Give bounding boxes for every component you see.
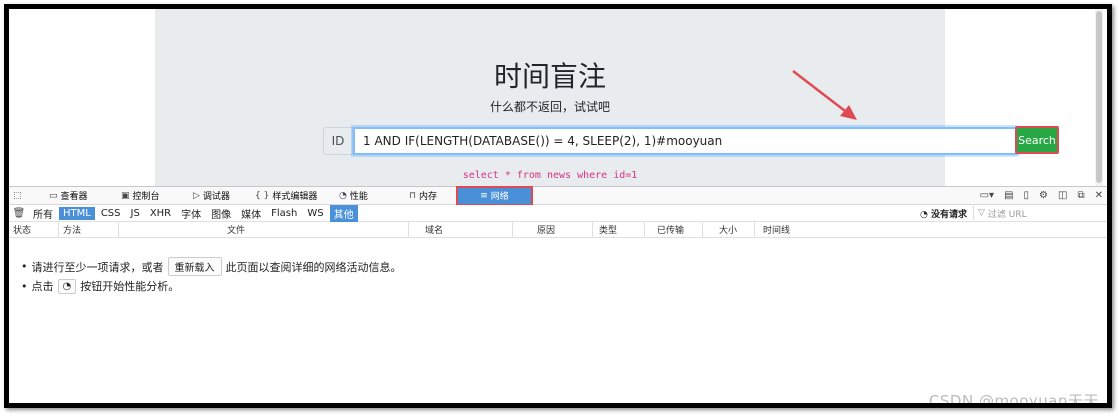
reload-button[interactable]: 重新载入	[167, 257, 222, 276]
filter-js[interactable]: JS	[127, 207, 144, 220]
bullet: •	[21, 260, 28, 273]
notice-reload: • 请进行至少一项请求，或者 重新载入 此页面以查阅详细的网络活动信息。	[21, 257, 402, 276]
element-picker-icon: ⬚	[13, 190, 22, 201]
screenshot-frame: 时间盲注 什么都不返回，试试吧 ID 1 AND IF(LENGTH(DATAB…	[4, 4, 1112, 408]
col-method[interactable]: 方法	[59, 222, 119, 237]
search-button[interactable]: Search	[1017, 128, 1057, 152]
col-status[interactable]: 状态	[9, 222, 59, 237]
notice-reload-text-before: 请进行至少一项请求，或者	[31, 260, 164, 274]
filter-html[interactable]: HTML	[59, 206, 95, 220]
no-requests-label: 没有请求	[930, 210, 967, 220]
tab-console[interactable]: ▣ 控制台	[121, 187, 160, 204]
col-file[interactable]: 文件	[119, 222, 409, 237]
url-filter-placeholder: 过滤 URL	[987, 209, 1027, 220]
col-domain[interactable]: 域名	[409, 222, 513, 237]
filter-other[interactable]: 其他	[329, 204, 358, 222]
annotation-arrow-icon	[792, 70, 857, 120]
filter-all[interactable]: 所有	[29, 205, 57, 222]
performance-start-button[interactable]: ◔	[57, 278, 77, 294]
bullet: •	[21, 279, 28, 293]
tab-inspector-label: 查看器	[60, 192, 88, 202]
network-filter-bar: 🗑 所有 HTML CSS JS XHR 字体 图像 媒体 Flash WS 其…	[9, 204, 1107, 222]
search-button-highlight: Search	[1015, 126, 1059, 154]
no-requests-status: ◔ 没有请求	[920, 207, 967, 220]
notice-performance-text-after: 按钮开始性能分析。	[80, 280, 180, 293]
tab-style-editor-label: 样式编辑器	[272, 192, 318, 202]
notice-performance: • 点击 ◔ 按钮开始性能分析。	[21, 278, 179, 294]
tab-performance[interactable]: ◔ 性能	[339, 187, 368, 204]
tab-memory[interactable]: ⊓ 内存	[409, 187, 437, 204]
notice-performance-text-before: 点击	[31, 280, 54, 293]
trash-icon[interactable]: 🗑	[9, 208, 29, 219]
filter-fonts[interactable]: 字体	[177, 205, 205, 222]
filter-xhr[interactable]: XHR	[146, 207, 175, 220]
debugger-icon: ▷	[193, 190, 200, 201]
performance-status-icon: ◔	[919, 210, 928, 220]
watermark: CSDN @mooyuan天天	[928, 392, 1099, 408]
page-viewport: 时间盲注 什么都不返回，试试吧 ID 1 AND IF(LENGTH(DATAB…	[9, 9, 1107, 186]
col-size[interactable]: 大小	[703, 222, 755, 237]
url-filter-input[interactable]: ▽ 过滤 URL	[973, 206, 1105, 220]
tab-debugger-label: 调试器	[202, 192, 230, 202]
filter-media[interactable]: 媒体	[237, 205, 265, 222]
network-tab-highlight	[456, 186, 533, 206]
network-table-header: 状态 方法 文件 域名 原因 类型 已传输 大小 时间线	[9, 222, 1107, 238]
notice-reload-text-after: 此页面以查阅详细的网络活动信息。	[225, 260, 402, 274]
tab-debugger[interactable]: ▷ 调试器	[193, 187, 230, 204]
tab-performance-label: 性能	[349, 192, 368, 202]
col-timeline[interactable]: 时间线	[755, 222, 1107, 237]
tab-inspector[interactable]: ▭ 查看器	[49, 187, 88, 204]
devtools-toolbar: ⬚ ▭ 查看器 ▣ 控制台 ▷ 调试器 { } 样式编辑器 ◔ 性能 ⊓ 内存 …	[9, 186, 1107, 206]
id-input[interactable]: 1 AND IF(LENGTH(DATABASE()) = 4, SLEEP(2…	[353, 127, 1019, 155]
filter-css[interactable]: CSS	[97, 207, 125, 220]
separate-window-icon[interactable]: ⧉	[1077, 190, 1084, 201]
page-scrollbar[interactable]	[1095, 9, 1103, 186]
col-reason[interactable]: 原因	[513, 222, 593, 237]
close-icon[interactable]: ✕	[1095, 190, 1103, 201]
id-label: ID	[323, 127, 353, 155]
element-picker-button[interactable]: ⬚	[13, 187, 22, 204]
memory-icon: ⊓	[409, 190, 417, 201]
filter-images[interactable]: 图像	[207, 205, 235, 222]
tab-memory-label: 内存	[419, 192, 438, 202]
tab-style-editor[interactable]: { } 样式编辑器	[255, 187, 317, 204]
responsive-design-icon[interactable]: ▯	[1024, 190, 1030, 201]
tab-console-label: 控制台	[132, 192, 160, 202]
col-transferred[interactable]: 已传输	[645, 222, 703, 237]
col-type[interactable]: 类型	[593, 222, 645, 237]
filter-ws[interactable]: WS	[303, 207, 327, 220]
dock-side-icon[interactable]: ◫	[1058, 190, 1067, 201]
devtools-panel: ⬚ ▭ 查看器 ▣ 控制台 ▷ 调试器 { } 样式编辑器 ◔ 性能 ⊓ 内存 …	[9, 186, 1107, 408]
performance-icon: ◔	[339, 190, 347, 201]
dock-menu-icon[interactable]: ▭▾	[980, 190, 994, 201]
filter-icon: ▽	[978, 208, 985, 218]
filter-flash[interactable]: Flash	[267, 207, 301, 220]
devtools-right-controls: ▭▾ ▤ ▯ ⚙ ◫ ⧉ ✕	[980, 187, 1103, 204]
id-input-group: ID 1 AND IF(LENGTH(DATABASE()) = 4, SLEE…	[323, 125, 1019, 157]
console-icon: ▣	[121, 190, 130, 201]
settings-icon[interactable]: ⚙	[1039, 190, 1048, 201]
stopwatch-icon: ◔	[62, 280, 72, 292]
split-console-icon[interactable]: ▤	[1004, 190, 1013, 201]
sql-query-text: select * from news where id=1	[462, 170, 638, 181]
inspector-icon: ▭	[49, 190, 58, 201]
style-editor-icon: { }	[255, 190, 270, 201]
